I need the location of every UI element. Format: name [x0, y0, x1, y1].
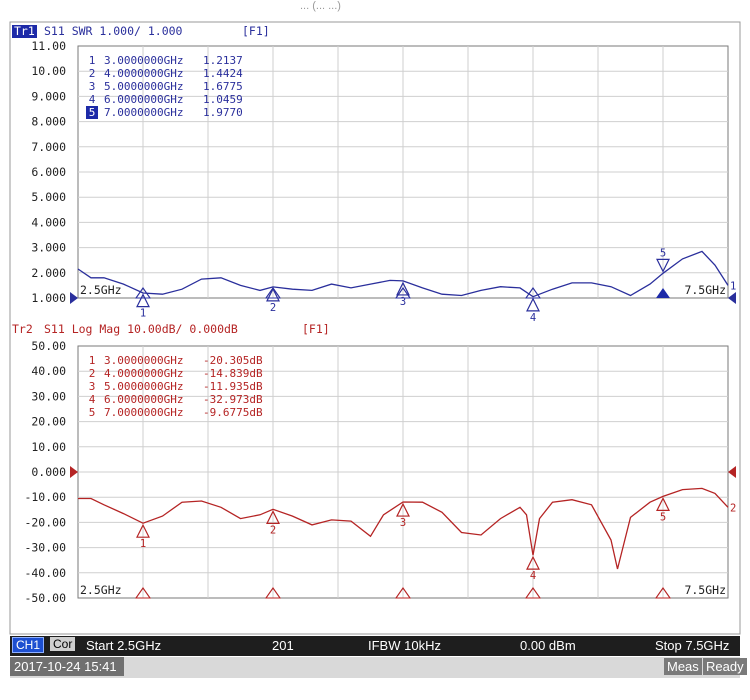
- marker-table-id: 2: [89, 67, 96, 80]
- marker-table-id: 5: [89, 106, 96, 119]
- marker-table-id: 3: [89, 380, 96, 393]
- y-tick-label: 40.00: [31, 364, 66, 378]
- y-tick-label: 11.00: [31, 39, 66, 53]
- y-tick-label: 2.000: [31, 266, 66, 280]
- x-stop-label: 7.5GHz: [684, 583, 726, 597]
- trace-marker-label: 1: [140, 308, 146, 320]
- marker-table-frequency: 3.0000000GHz: [104, 354, 183, 367]
- power-level[interactable]: 0.00 dBm: [520, 638, 576, 653]
- marker-table-value: 1.6775: [203, 80, 243, 93]
- y-tick-label: 1.000: [31, 291, 66, 305]
- marker-table-frequency: 7.0000000GHz: [104, 406, 183, 419]
- marker-table-value: 1.2137: [203, 54, 243, 67]
- trace-marker-label: 5: [660, 247, 666, 259]
- trace-label: Tr2: [12, 322, 33, 336]
- vna-display: 11.00 10.00 9.000 8.000 7.000 6.000 5.000 4.000…: [9, 21, 741, 635]
- start-frequency[interactable]: Start 2.5GHz: [86, 638, 161, 653]
- x-start-label: 2.5GHz: [80, 283, 122, 297]
- trace-marker-label: 4: [530, 312, 536, 324]
- stop-frequency[interactable]: Stop 7.5GHz: [655, 638, 729, 653]
- function-key-label: [F1]: [242, 24, 270, 38]
- marker-table-frequency: 6.0000000GHz: [104, 393, 183, 406]
- trace-end-label: 1: [730, 280, 736, 292]
- marker-table-frequency: 4.0000000GHz: [104, 67, 183, 80]
- trace-label: Tr1: [14, 24, 35, 38]
- y-tick-label: 8.000: [31, 115, 66, 129]
- y-tick-label: -10.00: [24, 490, 66, 504]
- trace-header: S11 SWR 1.000/ 1.000: [44, 24, 183, 38]
- y-tick-label: 9.000: [31, 89, 66, 103]
- marker-table-id: 3: [89, 80, 96, 93]
- trace-marker-label: 3: [400, 517, 406, 529]
- marker-table-value: -14.839dB: [203, 367, 263, 380]
- status-bar: CH1 Cor Start 2.5GHz 201 IFBW 10kHz 0.00…: [10, 636, 740, 656]
- marker-table-id: 4: [89, 393, 96, 406]
- marker-table-value: -11.935dB: [203, 380, 263, 393]
- y-tick-label: 0.000: [31, 465, 66, 479]
- marker-table-value: 1.4424: [203, 67, 243, 80]
- y-tick-label: 6.000: [31, 165, 66, 179]
- marker-table-frequency: 7.0000000GHz: [104, 106, 183, 119]
- trace-end-label: 2: [730, 502, 736, 514]
- marker-table-frequency: 3.0000000GHz: [104, 54, 183, 67]
- marker-table-id: 5: [89, 406, 96, 419]
- marker-table-value: -9.6775dB: [203, 406, 263, 419]
- y-tick-label: 10.00: [31, 440, 66, 454]
- y-tick-label: 4.000: [31, 215, 66, 229]
- marker-table-id: 1: [89, 54, 96, 67]
- trace-header: S11 Log Mag 10.00dB/ 0.000dB: [44, 322, 238, 336]
- trace-marker-label: 1: [140, 538, 146, 550]
- y-tick-label: 7.000: [31, 140, 66, 154]
- datetime-readout: 2017-10-24 15:41: [10, 657, 124, 676]
- y-tick-label: -30.00: [24, 541, 66, 555]
- y-tick-label: 50.00: [31, 339, 66, 353]
- y-tick-label: 5.000: [31, 190, 66, 204]
- ifbw-setting[interactable]: IFBW 10kHz: [368, 638, 441, 653]
- y-tick-label: -20.00: [24, 515, 66, 529]
- x-stop-label: 7.5GHz: [684, 283, 726, 297]
- footer-bar: 2017-10-24 15:41 Meas Ready: [10, 657, 747, 678]
- sweep-points[interactable]: 201: [272, 638, 294, 653]
- ready-indicator: Ready: [703, 658, 747, 675]
- y-tick-label: -50.00: [24, 591, 66, 605]
- marker-table-id: 2: [89, 367, 96, 380]
- correction-badge[interactable]: Cor: [50, 637, 76, 651]
- x-start-label: 2.5GHz: [80, 583, 122, 597]
- trace-marker-label: 4: [530, 570, 536, 582]
- marker-table-value: 1.0459: [203, 93, 243, 106]
- marker-table-value: 1.9770: [203, 106, 243, 119]
- y-tick-label: 3.000: [31, 241, 66, 255]
- y-tick-label: 20.00: [31, 415, 66, 429]
- trace-marker-label: 2: [270, 524, 276, 536]
- marker-table-frequency: 4.0000000GHz: [104, 367, 183, 380]
- y-tick-label: 30.00: [31, 389, 66, 403]
- trace-marker-label: 2: [270, 302, 276, 314]
- y-tick-label: 10.00: [31, 64, 66, 78]
- channel-badge[interactable]: CH1: [12, 637, 45, 653]
- marker-table-value: -20.305dB: [203, 354, 263, 367]
- marker-table-id: 1: [89, 354, 96, 367]
- marker-table-frequency: 5.0000000GHz: [104, 80, 183, 93]
- marker-table-value: -32.973dB: [203, 393, 263, 406]
- marker-table-frequency: 6.0000000GHz: [104, 93, 183, 106]
- trace-marker-label: 5: [660, 511, 666, 523]
- meas-indicator[interactable]: Meas: [664, 658, 702, 675]
- y-tick-label: -40.00: [24, 566, 66, 580]
- marker-table-id: 4: [89, 93, 96, 106]
- marker-table-frequency: 5.0000000GHz: [104, 380, 183, 393]
- function-key-label: [F1]: [302, 322, 330, 336]
